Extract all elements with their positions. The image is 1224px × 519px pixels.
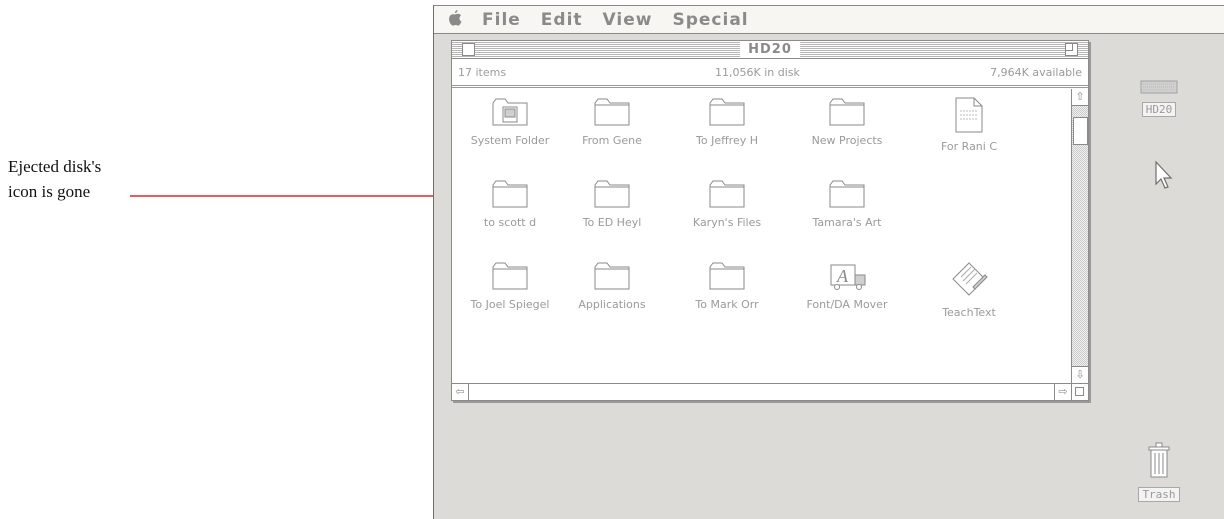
menu-edit[interactable]: Edit: [541, 10, 583, 30]
folder-icon: [677, 179, 777, 213]
file-name: Applications: [578, 298, 646, 311]
mouse-pointer-icon: [1155, 160, 1173, 189]
folder-icon: [562, 261, 662, 295]
window-info-bar: 17 items 11,056K in disk 7,964K availabl…: [452, 59, 1088, 88]
file-name: Karyn's Files: [692, 216, 762, 229]
file-item[interactable]: A Font/DA Mover: [797, 261, 897, 311]
file-item[interactable]: From Gene: [562, 97, 662, 147]
file-item[interactable]: New Projects: [797, 97, 897, 147]
horizontal-scrollbar[interactable]: ⇦ ⇨: [452, 383, 1071, 400]
file-item[interactable]: Karyn's Files: [677, 179, 777, 229]
file-item[interactable]: For Rani C: [919, 97, 1019, 153]
finder-window-hd20[interactable]: HD20 17 items 11,056K in disk 7,964K ava…: [451, 40, 1089, 401]
folder-icon: [797, 97, 897, 131]
disk-label: HD20: [1141, 102, 1177, 117]
file-name: Font/DA Mover: [806, 298, 888, 311]
disk-available: 7,964K available: [990, 66, 1082, 79]
items-count: 17 items: [458, 66, 507, 79]
resize-grow-box-icon[interactable]: [1071, 383, 1088, 400]
folder-icon: [460, 261, 560, 295]
file-name: To ED Heyl: [582, 216, 642, 229]
file-name: To Jeffrey H: [696, 134, 758, 147]
scroll-left-arrow-icon[interactable]: ⇦: [452, 384, 469, 400]
svg-text:A: A: [836, 266, 849, 286]
file-item[interactable]: To ED Heyl: [562, 179, 662, 229]
close-box-icon[interactable]: [462, 43, 475, 56]
folder-icon: [677, 261, 777, 295]
window-title-bar[interactable]: HD20: [452, 41, 1088, 59]
window-title: HD20: [740, 41, 800, 58]
file-item[interactable]: System Folder: [460, 97, 560, 147]
window-content: System Folder From Gene To Jeffrey H New Pr…: [452, 89, 1071, 383]
file-name: System Folder: [470, 134, 550, 147]
callout-annotation: Ejected disk's icon is gone: [8, 154, 101, 204]
menu-file[interactable]: File: [482, 10, 521, 30]
desktop-trash[interactable]: Trash: [1134, 441, 1184, 502]
file-name: New Projects: [811, 134, 883, 147]
callout-line-2: icon is gone: [8, 182, 91, 201]
file-name: From Gene: [582, 134, 642, 147]
scroll-thumb[interactable]: [1073, 117, 1088, 145]
file-item[interactable]: To Joel Spiegel: [460, 261, 560, 311]
font-da-mover-icon: A: [797, 261, 897, 295]
desktop-disk-hd20[interactable]: HD20: [1129, 79, 1189, 117]
file-item[interactable]: TeachText: [919, 261, 1019, 319]
disk-used: 11,056K in disk: [715, 66, 800, 79]
file-item[interactable]: Applications: [562, 261, 662, 311]
apple-menu-icon[interactable]: [448, 9, 482, 30]
scroll-up-arrow-icon[interactable]: ⇧: [1072, 89, 1088, 106]
file-item[interactable]: Tamara's Art: [797, 179, 897, 229]
file-name: To Mark Orr: [695, 298, 759, 311]
system-folder-icon: [460, 97, 560, 131]
callout-line-1: Ejected disk's: [8, 157, 102, 176]
document-icon: [919, 97, 1019, 137]
file-name: TeachText: [942, 306, 996, 319]
vertical-scrollbar[interactable]: ⇧ ⇩: [1071, 89, 1088, 383]
scroll-right-arrow-icon[interactable]: ⇨: [1054, 384, 1071, 400]
file-item[interactable]: To Jeffrey H: [677, 97, 777, 147]
file-name: For Rani C: [940, 140, 998, 153]
folder-icon: [677, 97, 777, 131]
file-name: to scott d: [483, 216, 537, 229]
zoom-box-icon[interactable]: [1065, 43, 1078, 56]
file-name: Tamara's Art: [812, 216, 882, 229]
folder-icon: [797, 179, 897, 213]
scroll-down-arrow-icon[interactable]: ⇩: [1072, 366, 1088, 383]
file-item[interactable]: To Mark Orr: [677, 261, 777, 311]
folder-icon: [562, 97, 662, 131]
trash-can-icon: [1148, 442, 1170, 478]
folder-icon: [460, 179, 560, 213]
mac-desktop: File Edit View Special HD20 Trash HD20 1…: [433, 5, 1224, 519]
folder-icon: [562, 179, 662, 213]
teachtext-icon: [919, 261, 1019, 303]
trash-label: Trash: [1138, 487, 1180, 502]
menu-bar: File Edit View Special: [434, 5, 1224, 34]
hard-disk-icon: [1140, 80, 1178, 94]
menu-view[interactable]: View: [603, 10, 653, 30]
file-item[interactable]: to scott d: [460, 179, 560, 229]
menu-special[interactable]: Special: [672, 10, 748, 30]
file-name: To Joel Spiegel: [470, 298, 550, 311]
